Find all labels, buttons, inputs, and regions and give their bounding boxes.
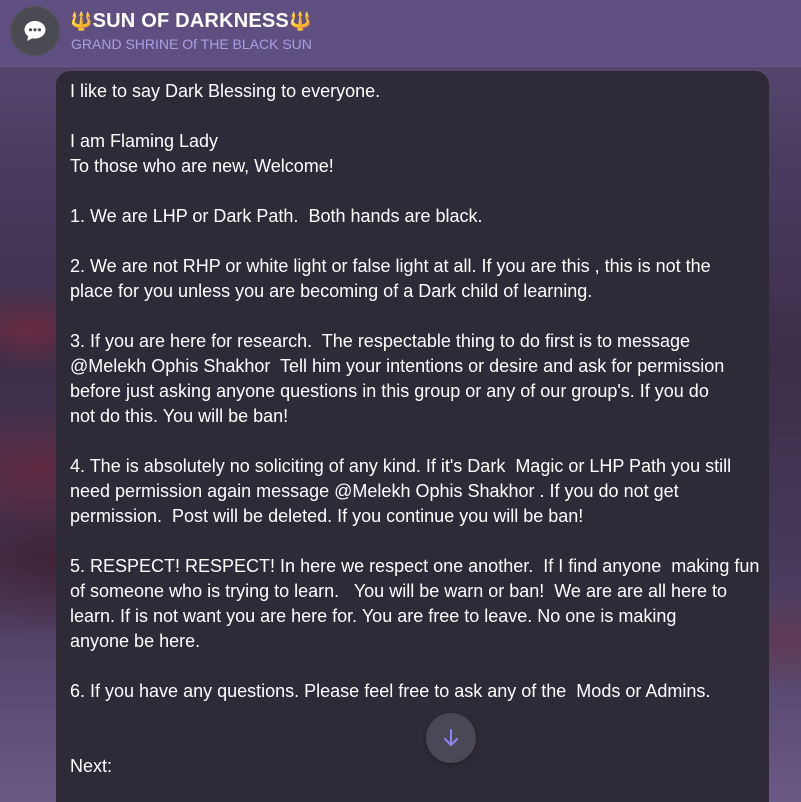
message-line: 1. We are LHP or Dark Path. Both hands a… [70, 206, 483, 226]
message-line: place for you unless you are becoming of… [70, 281, 593, 301]
message-line [70, 179, 760, 204]
chat-subtitle: GRAND SHRINE Of THE BLACK SUN [71, 36, 312, 52]
chat-title: 🔱SUN OF DARKNESS🔱 [70, 10, 312, 33]
message-text: I like to say Dark Blessing to everyone.… [70, 79, 760, 779]
message-line: To those who are new, Welcome! [70, 156, 334, 176]
message-line [70, 429, 760, 454]
message-line [70, 729, 760, 754]
scroll-down-button[interactable] [426, 713, 476, 763]
message-line: 2. We are not RHP or white light or fals… [70, 256, 711, 276]
message-line [70, 654, 760, 679]
chat-title-text: SUN OF DARKNESS [92, 10, 289, 32]
chat-header[interactable]: 🔱SUN OF DARKNESS🔱 GRAND SHRINE Of THE BL… [0, 0, 801, 67]
message-line: before just asking anyone questions in t… [70, 381, 709, 401]
trident-icon: 🔱 [70, 11, 93, 31]
message-line: I like to say Dark Blessing to everyone. [70, 81, 381, 101]
message-line: I am Flaming Lady [70, 131, 219, 151]
message-bubble[interactable]: I like to say Dark Blessing to everyone.… [56, 71, 769, 802]
message-line: 4. The is absolutely no soliciting of an… [70, 456, 732, 476]
message-line [70, 229, 760, 254]
message-line: Next: [70, 756, 113, 776]
message-line [70, 304, 760, 329]
message-line: 6. If you have any questions. Please fee… [70, 681, 711, 701]
message-line [70, 104, 760, 129]
message-line: anyone be here. [70, 631, 201, 651]
message-line [70, 529, 760, 554]
message-line: of someone who is trying to learn. You w… [70, 581, 728, 601]
message-line: need permission again message @Melekh Op… [70, 481, 679, 501]
chat-avatar[interactable] [10, 6, 60, 56]
trident-icon: 🔱 [288, 11, 312, 31]
message-line: @Melekh Ophis Shakhor Tell him your inte… [70, 356, 725, 376]
chat-bubble-icon [24, 21, 46, 41]
message-line: not do this. You will be ban! [70, 406, 289, 426]
message-line: permission. Post will be deleted. If you… [70, 506, 584, 526]
message-line: 3. If you are here for research. The res… [70, 331, 690, 351]
arrow-down-icon [444, 729, 458, 746]
message-line: 5. RESPECT! RESPECT! In here we respect … [70, 556, 760, 576]
message-line: learn. If is not want you are here for. … [70, 606, 677, 626]
message-line [70, 704, 760, 729]
